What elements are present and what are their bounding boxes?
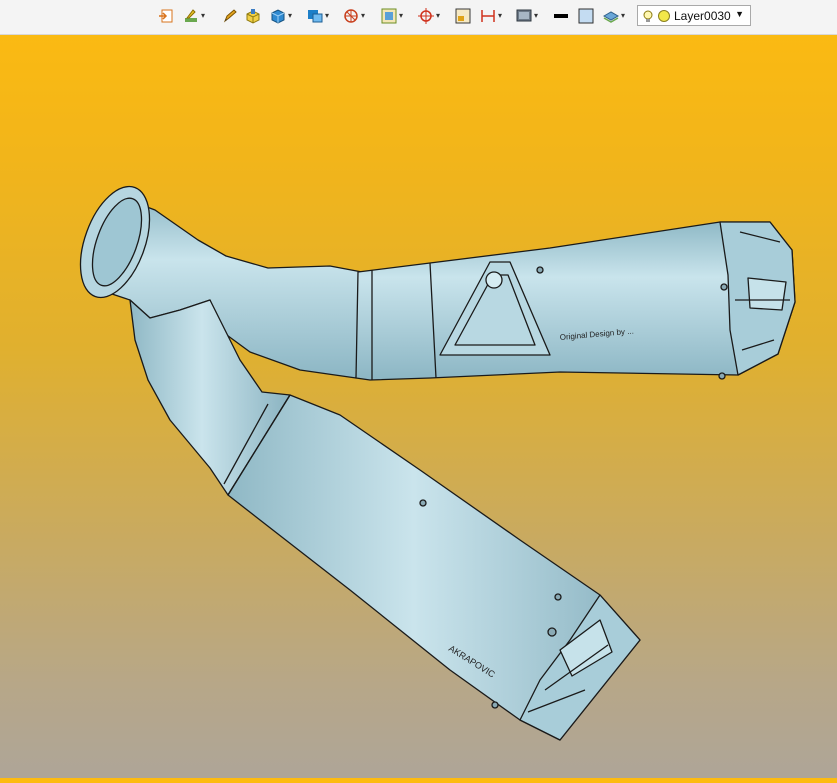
chevron-down-icon: ▾ [201,11,206,20]
frame-icon [455,8,471,24]
chevron-down-icon: ▾ [621,11,626,20]
sketch-tools-icon [183,8,199,24]
3d-viewport[interactable]: Original Design by ... AKRAPOVIC [0,35,837,778]
chevron-down-icon: ▾ [534,11,539,20]
line-color-icon [553,8,569,24]
target-icon [418,8,434,24]
chevron-down-icon: ▾ [399,11,404,20]
layer-color-icon [658,9,670,22]
sketch-tools-button[interactable]: ▾ [183,6,205,26]
zoom-fit-icon [381,8,397,24]
extrude-icon [245,8,261,24]
layer-stack-icon [602,8,620,24]
lightbulb-icon [641,9,655,23]
view-orientation-button[interactable]: ▾ [307,6,329,26]
extrude-button[interactable] [245,6,261,26]
chevron-down-icon: ▾ [361,11,366,20]
display-style-button[interactable]: ▾ [516,6,538,26]
pencil-icon [222,8,238,24]
fill-color-icon [578,8,594,24]
target-button[interactable]: ▾ [418,6,440,26]
exhaust-model: Original Design by ... AKRAPOVIC [79,185,796,741]
chevron-down-icon: ▾ [325,11,330,20]
pencil-button[interactable] [222,6,238,26]
exit-sketch-button[interactable] [158,6,174,26]
chevron-down-icon: ▾ [288,11,293,20]
toolbar: ▾ ▾ ▾ ▾ ▾ ▾ ▾ ▾ ▾ Layer0030 ▼ [0,0,837,35]
fill-color-button[interactable] [578,6,594,26]
layer-name: Layer0030 [674,8,731,23]
solid-box-icon [270,8,286,24]
section-view-icon [343,8,359,24]
layer-stack-button[interactable]: ▾ [602,6,626,26]
dimension-button[interactable]: ▾ [480,6,502,26]
chevron-down-icon: ▾ [436,11,441,20]
zoom-fit-button[interactable]: ▾ [381,6,403,26]
display-style-icon [516,8,532,24]
chevron-down-icon[interactable]: ▼ [735,9,744,19]
dimension-icon [480,8,496,24]
exit-sketch-icon [158,8,174,24]
line-color-button[interactable] [553,6,569,26]
chevron-down-icon: ▾ [498,11,503,20]
solid-box-button[interactable]: ▾ [270,6,292,26]
view-orientation-icon [307,8,323,24]
section-view-button[interactable]: ▾ [343,6,365,26]
frame-button[interactable] [455,6,471,26]
layer-select[interactable]: Layer0030 ▼ [637,5,751,26]
